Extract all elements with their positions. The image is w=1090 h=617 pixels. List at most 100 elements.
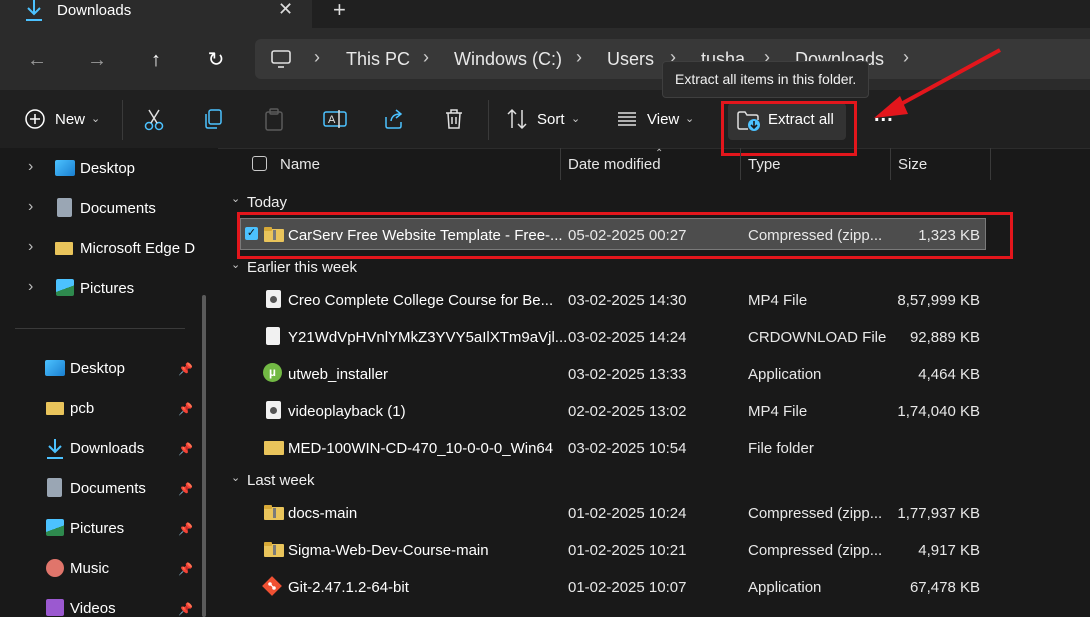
pin-icon[interactable]: 📌 <box>178 522 193 536</box>
plus-icon[interactable]: + <box>333 0 346 23</box>
row-date: 03-02-2025 13:33 <box>568 366 687 383</box>
quick-item-downloads[interactable]: Downloads <box>70 440 144 457</box>
chevron-right-icon[interactable]: › <box>576 47 582 68</box>
sidebar-item-edge[interactable]: Microsoft Edge D <box>80 240 195 257</box>
sidebar-item-desktop[interactable]: Desktop <box>80 160 135 177</box>
tooltip: Extract all items in this folder. <box>662 61 870 98</box>
column-header-type[interactable]: Type <box>748 156 781 173</box>
chevron-right-icon[interactable]: › <box>28 278 33 296</box>
row-date: 03-02-2025 14:30 <box>568 292 687 309</box>
quick-item-music[interactable]: Music <box>70 560 109 577</box>
sidebar-item-documents[interactable]: Documents <box>80 200 156 217</box>
chevron-right-icon[interactable]: › <box>423 47 429 68</box>
row-date: 02-02-2025 13:02 <box>568 403 687 420</box>
pin-icon[interactable]: 📌 <box>178 442 193 456</box>
close-icon[interactable]: ✕ <box>278 0 293 20</box>
column-divider[interactable] <box>740 148 741 180</box>
back-arrow-icon[interactable]: ← <box>25 48 49 72</box>
forward-arrow-icon[interactable]: → <box>85 48 109 72</box>
refresh-icon[interactable]: ↻ <box>204 48 228 72</box>
column-divider[interactable] <box>990 148 991 180</box>
documents-icon <box>47 478 62 497</box>
divider <box>15 328 185 329</box>
tab-downloads[interactable] <box>0 0 312 28</box>
pictures-icon <box>46 519 64 536</box>
new-button[interactable]: New <box>55 111 85 128</box>
chevron-right-icon[interactable]: › <box>314 47 320 68</box>
group-header-earlier[interactable]: Earlier this week <box>247 259 357 276</box>
cut-icon[interactable] <box>143 108 165 136</box>
breadcrumb-users[interactable]: Users <box>607 49 654 70</box>
row-type: MP4 File <box>748 292 808 309</box>
breadcrumb-drive[interactable]: Windows (C:) <box>454 49 562 70</box>
column-divider[interactable] <box>560 148 561 180</box>
up-arrow-icon[interactable]: ↑ <box>144 48 168 72</box>
pin-icon[interactable]: 📌 <box>178 562 193 576</box>
scrollbar[interactable] <box>202 295 206 617</box>
row-name[interactable]: videoplayback (1) <box>288 403 406 420</box>
desktop-icon <box>45 360 65 376</box>
chevron-down-icon[interactable]: ⌄ <box>231 258 240 271</box>
chevron-down-icon[interactable]: ⌄ <box>231 192 240 205</box>
chevron-right-icon[interactable]: › <box>28 158 33 176</box>
quick-item-documents[interactable]: Documents <box>70 480 146 497</box>
group-header-last-week[interactable]: Last week <box>247 472 315 489</box>
quick-item-pcb[interactable]: pcb <box>70 400 94 417</box>
chevron-down-icon[interactable]: ⌄ <box>685 112 694 125</box>
quick-item-videos[interactable]: Videos <box>70 600 116 617</box>
quick-item-pictures[interactable]: Pictures <box>70 520 124 537</box>
rename-icon[interactable]: A <box>323 108 347 134</box>
row-name[interactable]: MED-100WIN-CD-470_10-0-0-0_Win64 <box>288 440 553 457</box>
row-name[interactable]: Creo Complete College Course for Be... <box>288 292 553 309</box>
sort-icon[interactable] <box>506 108 528 134</box>
row-type: Application <box>748 366 822 383</box>
row-name[interactable]: Y21WdVpHVnlYMkZ3YVY5aIlXTm9aVjl... <box>288 329 567 346</box>
chevron-right-icon[interactable]: › <box>28 198 33 216</box>
row-size: 1,74,040 KB <box>897 403 980 420</box>
folder-icon <box>264 441 284 455</box>
pin-icon[interactable]: 📌 <box>178 362 193 376</box>
divider <box>488 100 489 140</box>
music-icon <box>46 559 64 577</box>
row-name[interactable]: Sigma-Web-Dev-Course-main <box>288 542 489 559</box>
paste-icon[interactable] <box>263 108 285 136</box>
pin-icon[interactable]: 📌 <box>178 402 193 416</box>
pin-icon[interactable]: 📌 <box>178 602 193 616</box>
plus-circle-icon[interactable] <box>24 108 46 134</box>
group-header-today[interactable]: Today <box>247 194 287 211</box>
sidebar-item-pictures[interactable]: Pictures <box>80 280 134 297</box>
row-name[interactable]: Git-2.47.1.2-64-bit <box>288 579 409 596</box>
pin-icon[interactable]: 📌 <box>178 482 193 496</box>
share-icon[interactable] <box>383 108 405 134</box>
row-name[interactable]: docs-main <box>288 505 357 522</box>
view-icon[interactable] <box>616 108 638 134</box>
utorrent-icon: µ <box>263 363 282 382</box>
column-header-date[interactable]: Date modified <box>568 156 661 173</box>
zip-folder-icon <box>264 542 284 561</box>
highlight-box-extract <box>721 101 857 156</box>
row-date: 01-02-2025 10:24 <box>568 505 687 522</box>
column-header-name[interactable]: Name <box>280 156 320 173</box>
view-button[interactable]: View <box>647 111 679 128</box>
select-all-checkbox[interactable] <box>252 156 267 171</box>
row-date: 03-02-2025 14:24 <box>568 329 687 346</box>
row-size: 8,57,999 KB <box>897 292 980 309</box>
row-date: 03-02-2025 10:54 <box>568 440 687 457</box>
column-header-size[interactable]: Size <box>898 156 927 173</box>
video-file-icon-glyph <box>270 407 277 414</box>
desktop-icon <box>55 160 75 176</box>
breadcrumb-this-pc[interactable]: This PC <box>346 49 410 70</box>
row-name[interactable]: utweb_installer <box>288 366 388 383</box>
chevron-down-icon[interactable]: ⌄ <box>571 112 580 125</box>
folder-icon <box>55 242 73 255</box>
sort-button[interactable]: Sort <box>537 111 565 128</box>
chevron-right-icon[interactable]: › <box>28 238 33 256</box>
svg-text:A: A <box>328 114 336 126</box>
copy-icon[interactable] <box>203 108 225 134</box>
chevron-down-icon[interactable]: ⌄ <box>91 112 100 125</box>
quick-item-desktop[interactable]: Desktop <box>70 360 125 377</box>
zip-folder-icon <box>264 505 284 524</box>
column-divider[interactable] <box>890 148 891 180</box>
chevron-down-icon[interactable]: ⌄ <box>231 471 240 484</box>
delete-icon[interactable] <box>443 108 465 134</box>
